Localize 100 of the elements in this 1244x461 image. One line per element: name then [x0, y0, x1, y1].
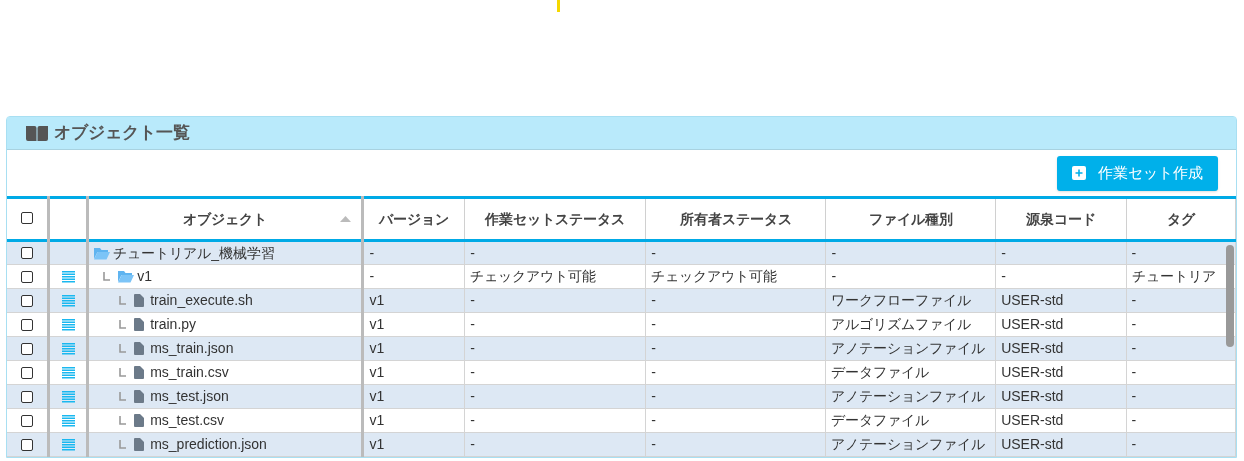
table-cell: USER-std: [1001, 364, 1064, 380]
table-cell: アルゴリズムファイル: [831, 316, 972, 332]
panel-title: オブジェクト一覧: [54, 122, 190, 145]
table-cell: -: [651, 364, 656, 380]
table-cell: -: [470, 292, 475, 308]
table-cell: v1: [369, 340, 385, 356]
table-cell: USER-std: [1001, 436, 1064, 452]
file-icon: [134, 390, 145, 403]
checkbox[interactable]: [21, 318, 34, 331]
tree-branch-icon: [119, 368, 127, 377]
table-cell: USER-std: [1001, 316, 1064, 332]
tree-branch-icon: [119, 320, 127, 329]
file-icon: [134, 414, 145, 427]
checkbox[interactable]: [21, 270, 34, 283]
book-icon: [26, 125, 48, 141]
table-cell: -: [831, 244, 837, 261]
tree-branch-icon: [119, 440, 127, 449]
table-cell: -: [1131, 292, 1137, 308]
checkbox[interactable]: [21, 414, 34, 427]
table-cell: v1: [369, 316, 385, 332]
table-cell: ワークフローファイル: [831, 292, 972, 308]
object-name[interactable]: チュートリアル_機械学習: [113, 242, 275, 264]
file-icon: [134, 294, 145, 307]
object-name[interactable]: ms_prediction.json: [150, 434, 267, 455]
checkbox[interactable]: [21, 342, 34, 355]
table-cell: -: [831, 268, 837, 284]
table-cell: -: [651, 316, 656, 332]
folder-icon: [94, 246, 111, 260]
table-cell: チェックアウト可能: [470, 268, 597, 284]
tree-branch-icon: [103, 272, 111, 281]
object-name[interactable]: ms_test.csv: [150, 410, 225, 431]
scrollbar[interactable]: [1226, 245, 1234, 347]
column-header[interactable]: ファイル種別: [868, 208, 953, 230]
checkbox[interactable]: [21, 366, 34, 379]
checkbox[interactable]: [21, 211, 34, 224]
table-cell: v1: [369, 292, 385, 308]
table-cell: -: [1131, 436, 1137, 452]
column-header[interactable]: バージョン: [379, 208, 450, 230]
table-cell: -: [651, 292, 656, 308]
table-cell: -: [651, 388, 656, 404]
table-cell: -: [1131, 412, 1137, 428]
table-cell: -: [470, 340, 475, 356]
tree-branch-icon: [119, 416, 127, 425]
indicator-mark: [557, 0, 560, 12]
checkbox[interactable]: [21, 294, 34, 307]
table-cell: -: [1001, 244, 1006, 261]
column-header[interactable]: 所有者ステータス: [679, 208, 792, 230]
table-cell: -: [1131, 388, 1137, 404]
table-cell: v1: [369, 412, 385, 428]
checkbox[interactable]: [21, 438, 34, 451]
column-header[interactable]: 源泉コード: [1025, 208, 1096, 230]
table-cell: -: [470, 388, 475, 404]
object-name[interactable]: train_execute.sh: [150, 290, 253, 311]
table-cell: -: [1001, 268, 1006, 284]
folder-icon: [118, 270, 135, 283]
table-cell: アノテーションファイル: [831, 388, 986, 404]
table-cell: アノテーションファイル: [831, 436, 986, 452]
table-cell: v1: [369, 436, 385, 452]
file-icon: [134, 342, 145, 355]
tree-branch-icon: [119, 296, 127, 305]
table-cell: USER-std: [1001, 292, 1064, 308]
table-cell: USER-std: [1001, 412, 1064, 428]
file-icon: [134, 366, 145, 379]
table-cell: -: [1131, 244, 1137, 261]
table-cell: -: [369, 268, 375, 284]
tree-branch-icon: [119, 344, 127, 353]
table-cell: USER-std: [1001, 388, 1064, 404]
column-header[interactable]: オブジェクト: [183, 208, 268, 230]
object-name[interactable]: ms_test.json: [150, 386, 229, 407]
table-cell: v1: [369, 388, 385, 404]
table-cell: -: [470, 436, 475, 452]
table-cell: USER-std: [1001, 340, 1064, 356]
checkbox[interactable]: [21, 247, 34, 259]
column-header[interactable]: タグ: [1166, 208, 1195, 230]
table-cell: -: [651, 436, 656, 452]
object-name[interactable]: ms_train.csv: [150, 362, 229, 383]
checkbox[interactable]: [21, 390, 34, 403]
table-cell: -: [470, 244, 475, 261]
table-cell: -: [651, 244, 656, 261]
table-cell: アノテーションファイル: [831, 340, 986, 356]
tree-branch-icon: [119, 392, 127, 401]
table-cell: v1: [369, 364, 385, 380]
table-cell: -: [1131, 364, 1137, 380]
table-cell: データファイル: [831, 412, 930, 428]
table-cell: -: [1131, 316, 1137, 332]
file-icon: [134, 438, 145, 451]
plus-icon: [1072, 166, 1086, 180]
table-cell: チェックアウト可能: [651, 268, 778, 284]
column-header[interactable]: 作業セットステータス: [485, 208, 626, 230]
table-cell: -: [369, 244, 375, 261]
table-cell: -: [470, 412, 475, 428]
object-name[interactable]: train.py: [150, 314, 197, 335]
table-cell: データファイル: [831, 364, 930, 380]
table-cell: -: [651, 340, 656, 356]
table-cell: -: [651, 412, 656, 428]
table-cell: -: [470, 316, 475, 332]
table-cell: -: [1131, 340, 1137, 356]
table-cell: チュートリア: [1131, 268, 1216, 284]
object-name[interactable]: ms_train.json: [150, 338, 234, 359]
object-name[interactable]: v1: [137, 266, 152, 287]
